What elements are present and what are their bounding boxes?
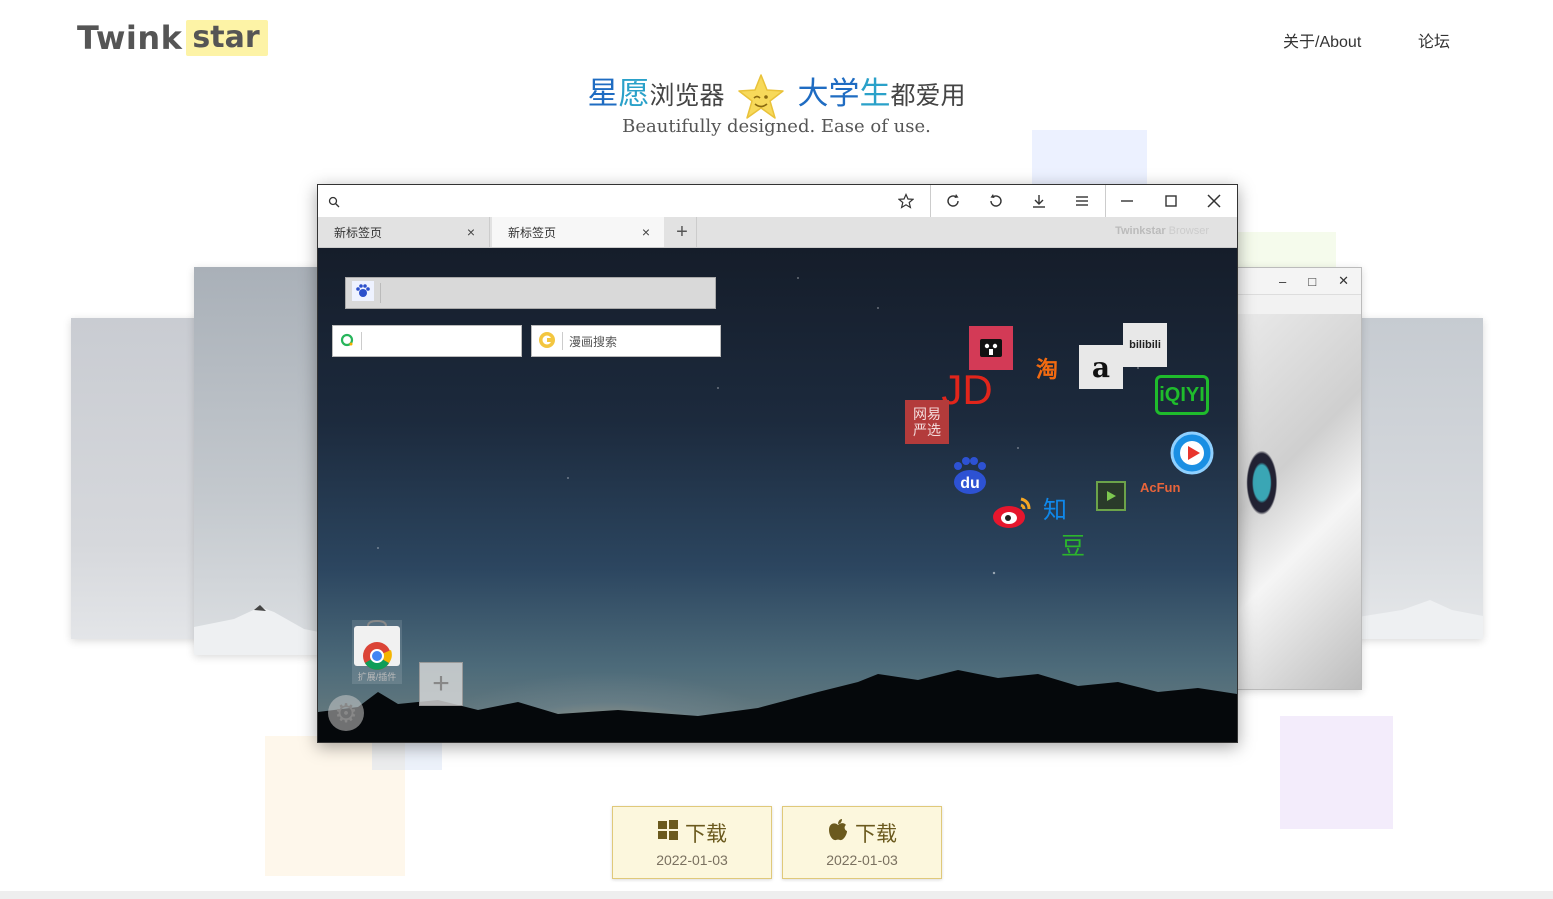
netease-yanxuan-site-icon[interactable]: 网易严选	[905, 400, 949, 444]
carousel-panel-right[interactable]: – □ ✕	[1236, 267, 1362, 690]
refresh-icon[interactable]	[931, 185, 974, 217]
close-icon: ✕	[1338, 273, 1349, 288]
zhihu-site-icon[interactable]: 知	[1038, 490, 1072, 524]
slogan-text-3: 浏览器	[649, 82, 725, 110]
apple-icon	[827, 818, 849, 848]
mountain-image	[1352, 600, 1483, 639]
acfun-site-icon[interactable]: AcFun	[1140, 476, 1194, 498]
douban-site-icon[interactable]: 豆	[1058, 528, 1088, 560]
extensions-label: 扩展/插件	[357, 672, 397, 682]
slogan-text-1: 星	[587, 76, 619, 111]
download-icon[interactable]	[1017, 185, 1060, 217]
weibo-site-icon[interactable]	[991, 491, 1035, 531]
download-mac-button[interactable]: 下载 2022-01-03	[782, 806, 942, 879]
menu-icon[interactable]	[1060, 185, 1103, 217]
svg-text:du: du	[960, 475, 980, 492]
tab-close-icon[interactable]: ×	[642, 224, 650, 240]
download-label: 下载	[855, 822, 897, 846]
browser-brand: Twinkstar Browser	[1115, 225, 1209, 237]
baidu-site-icon[interactable]: du	[948, 456, 992, 496]
mountain-image	[194, 605, 324, 655]
bilibili-site-icon[interactable]: bilibili	[1123, 323, 1167, 367]
baidu-search-box[interactable]	[345, 277, 716, 309]
taobao-site-icon[interactable]: 淘	[1030, 353, 1064, 383]
logo-text-star: star	[186, 20, 268, 56]
add-shortcut-button[interactable]: +	[419, 662, 463, 706]
minimize-icon: –	[1279, 273, 1287, 289]
browser-window-preview: 新标签页 × 新标签页 × + Twinkstar Browser 漫画搜索 淘…	[317, 184, 1238, 743]
search-box-1[interactable]	[332, 325, 522, 357]
iqiyi-site-icon[interactable]: iQIYI	[1155, 375, 1209, 415]
anime-wallpaper-image	[1237, 314, 1361, 689]
slogan-text-6: 都爱用	[890, 82, 966, 110]
minimize-icon[interactable]	[1105, 185, 1148, 217]
decor-square-blue	[1032, 130, 1147, 190]
maximize-icon[interactable]	[1149, 185, 1192, 217]
comic-search-icon	[538, 331, 556, 352]
jd-site-icon[interactable]: JD	[941, 366, 992, 414]
decor-square-green	[1236, 232, 1336, 272]
footer-bar	[0, 891, 1553, 899]
mini-window-controls: – □ ✕	[1237, 268, 1361, 295]
slogan-text-4: 大学	[797, 76, 860, 111]
new-tab-page: 漫画搜索 淘 a bilibili JD iQIYI 网易严选 du 知 豆 A…	[318, 248, 1237, 742]
carousel-panel-far-left[interactable]	[71, 318, 211, 639]
comic-search-box[interactable]: 漫画搜索	[531, 325, 721, 357]
play-video-site-icon[interactable]	[1169, 430, 1215, 476]
carousel-panel-far-right[interactable]	[1352, 318, 1483, 639]
chrome-store-icon	[354, 619, 400, 670]
slogan-text-2: 愿	[618, 76, 650, 111]
new-tab-button[interactable]: +	[668, 217, 697, 247]
download-label: 下载	[685, 822, 727, 846]
video-play-site-icon[interactable]	[1096, 481, 1126, 511]
tab-label: 新标签页	[508, 225, 557, 240]
tab-new-1[interactable]: 新标签页 ×	[318, 217, 490, 247]
tab-label: 新标签页	[334, 225, 383, 240]
nav-about-link[interactable]: 关于/About	[1283, 28, 1361, 52]
brand-thin: Browser	[1165, 225, 1209, 237]
carousel-panel-left[interactable]	[194, 267, 324, 655]
green-search-icon	[339, 332, 355, 351]
baidu-paw-icon	[352, 280, 374, 306]
browser-toolbar	[318, 185, 1237, 218]
tmall-site-icon[interactable]	[969, 326, 1013, 370]
undo-icon[interactable]	[974, 185, 1017, 217]
tab-close-icon[interactable]: ×	[467, 224, 475, 240]
nav-forum-link[interactable]: 论坛	[1418, 28, 1450, 52]
hero-subtitle: Beautifully designed. Ease of use.	[622, 116, 931, 137]
decor-square-purple	[1280, 716, 1393, 829]
download-windows-button[interactable]: 下载 2022-01-03	[612, 806, 772, 879]
search-icon[interactable]	[328, 195, 340, 213]
release-date: 2022-01-03	[656, 851, 728, 868]
decor-square-blue-small	[372, 740, 442, 770]
amazon-site-icon[interactable]: a	[1079, 345, 1123, 389]
slogan-text-5: 生	[859, 76, 891, 111]
logo[interactable]: Twink star	[77, 18, 268, 58]
release-date: 2022-01-03	[826, 851, 898, 868]
windows-icon	[657, 819, 679, 847]
logo-text-twink: Twink	[77, 19, 183, 57]
comic-search-placeholder: 漫画搜索	[569, 334, 618, 349]
brand-bold: Twinkstar	[1115, 225, 1166, 237]
extensions-tile[interactable]: 扩展/插件	[352, 619, 402, 684]
tab-strip: 新标签页 × 新标签页 × + Twinkstar Browser	[318, 217, 1237, 248]
close-icon[interactable]	[1192, 185, 1235, 217]
maximize-icon: □	[1308, 273, 1317, 289]
star-icon[interactable]	[884, 185, 927, 217]
amazon-letter: a	[1091, 350, 1111, 384]
tab-new-2[interactable]: 新标签页 ×	[492, 217, 664, 247]
gear-icon[interactable]: ⚙	[328, 695, 364, 731]
